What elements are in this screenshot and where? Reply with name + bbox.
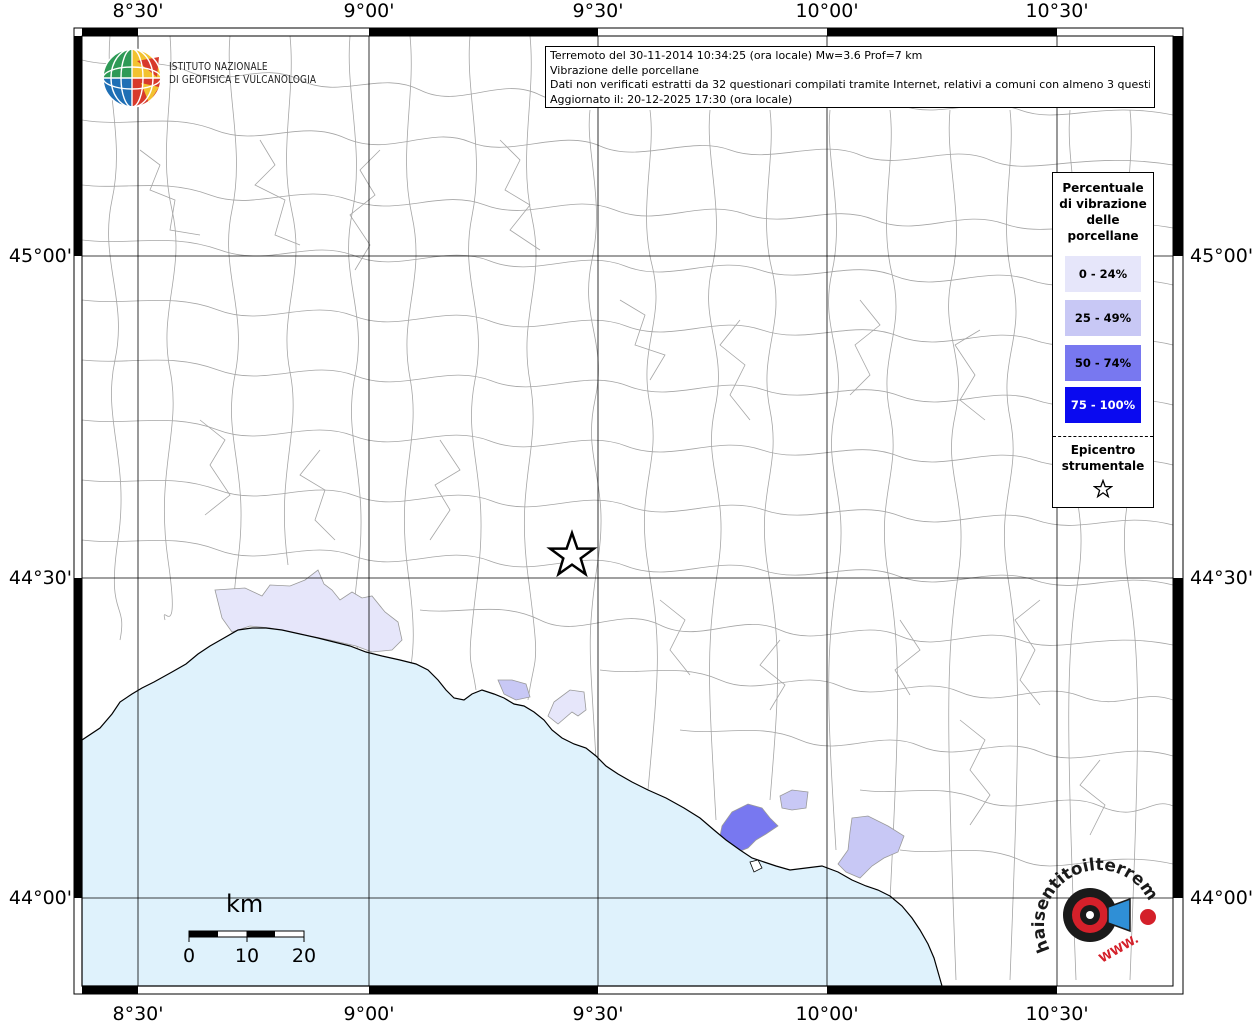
lat-tick-right-2: 44°30' bbox=[1190, 567, 1254, 589]
lat-tick-left-1: 45°00' bbox=[8, 245, 72, 267]
lon-tick-bottom-5: 10°30' bbox=[1025, 1003, 1089, 1025]
haisentito-watermark: haisentitoilterremoto.it WWW. bbox=[1030, 855, 1162, 966]
legend: Percentuale di vibrazione delle porcella… bbox=[1052, 172, 1154, 508]
scale-label-0: 0 bbox=[182, 945, 196, 967]
legend-title-line-3: delle bbox=[1086, 213, 1120, 227]
logo-line-2: DI GEOFISICA E VULCANOLOGIA bbox=[169, 74, 317, 86]
legend-class-50-74: 50 - 74% bbox=[1065, 345, 1141, 381]
lon-tick-bottom-1: 8°30' bbox=[112, 1003, 164, 1025]
scale-label-20: 20 bbox=[291, 945, 317, 967]
lat-tick-left-3: 44°00' bbox=[8, 887, 72, 909]
legend-class-75-100: 75 - 100% bbox=[1065, 387, 1141, 423]
lon-tick-top-2: 9°00' bbox=[343, 0, 395, 22]
scale-bar: km 0 10 20 bbox=[180, 890, 320, 970]
lon-tick-top-4: 10°00' bbox=[795, 0, 859, 22]
legend-epicenter-line-1: Epicentro bbox=[1070, 443, 1136, 457]
lat-tick-left-2: 44°30' bbox=[8, 567, 72, 589]
star-outline-icon bbox=[1093, 479, 1113, 499]
legend-class-25-49: 25 - 49% bbox=[1065, 300, 1141, 336]
lon-tick-top-5: 10°30' bbox=[1025, 0, 1089, 22]
logo-line-1: ISTITUTO NAZIONALE bbox=[169, 61, 268, 73]
lon-tick-bottom-4: 10°00' bbox=[795, 1003, 859, 1025]
legend-title-line-4: porcellane bbox=[1067, 229, 1139, 243]
legend-class-0-24: 0 - 24% bbox=[1065, 256, 1141, 292]
legend-divider bbox=[1053, 436, 1153, 437]
lon-tick-top-3: 9°30' bbox=[572, 0, 624, 22]
legend-class-label: 75 - 100% bbox=[1070, 398, 1136, 412]
legend-title: Percentuale di vibrazione delle porcella… bbox=[1053, 180, 1153, 244]
map-subject: Vibrazione delle porcellane bbox=[550, 63, 699, 77]
legend-class-label: 0 - 24% bbox=[1078, 267, 1128, 281]
update-timestamp: Aggiornato il: 20-12-2025 17:30 (ora loc… bbox=[550, 92, 793, 106]
ingv-globe-icon bbox=[102, 48, 162, 108]
lat-tick-right-3: 44°00' bbox=[1190, 887, 1254, 909]
scale-unit: km bbox=[226, 890, 264, 918]
lon-tick-bottom-3: 9°30' bbox=[572, 1003, 624, 1025]
data-disclaimer: Dati non verificati estratti da 32 quest… bbox=[550, 78, 1150, 91]
legend-class-label: 25 - 49% bbox=[1074, 311, 1132, 325]
legend-title-line-1: Percentuale bbox=[1062, 181, 1144, 195]
ingv-logo: ISTITUTO NAZIONALE DI GEOFISICA E VULCAN… bbox=[101, 47, 316, 109]
lon-tick-top-1: 8°30' bbox=[112, 0, 164, 22]
scale-label-10: 10 bbox=[234, 945, 260, 967]
legend-epicenter-label: Epicentro strumentale bbox=[1053, 442, 1153, 474]
lon-tick-bottom-2: 9°00' bbox=[343, 1003, 395, 1025]
lat-tick-right-1: 45°00' bbox=[1190, 245, 1254, 267]
legend-epicenter-line-2: strumentale bbox=[1061, 459, 1145, 473]
event-title: Terremoto del 30-11-2014 10:34:25 (ora l… bbox=[550, 49, 923, 62]
legend-class-label: 50 - 74% bbox=[1074, 356, 1132, 370]
legend-title-line-2: di vibrazione bbox=[1059, 197, 1147, 211]
event-info-box: Terremoto del 30-11-2014 10:34:25 (ora l… bbox=[545, 46, 1155, 108]
